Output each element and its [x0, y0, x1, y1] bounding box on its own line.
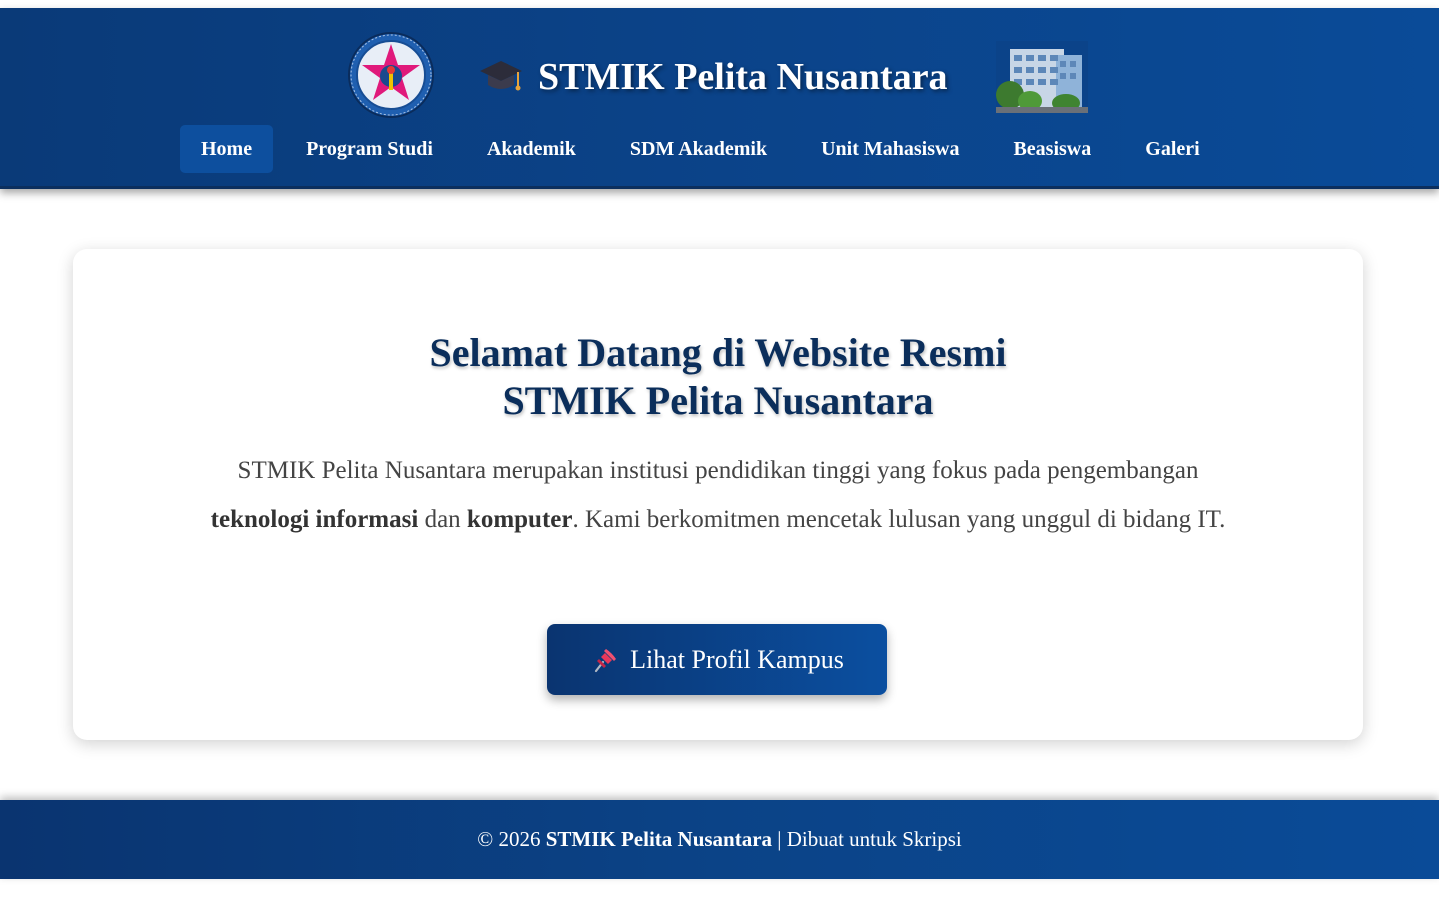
nav-home[interactable]: Home — [180, 125, 274, 173]
footer-copyright: © 2026 — [477, 827, 541, 851]
welcome-card: Selamat Datang di Website Resmi STMIK Pe… — [73, 249, 1363, 740]
brand: STMIK Pelita Nusantara — [478, 52, 948, 102]
footer-site-name: STMIK Pelita Nusantara — [545, 827, 773, 851]
view-campus-profile-button[interactable]: Lihat Profil Kampus — [547, 624, 887, 695]
cta-label: Lihat Profil Kampus — [630, 644, 844, 674]
nav-galeri[interactable]: Galeri — [1124, 125, 1220, 173]
nav-sdm-akademik[interactable]: SDM Akademik — [609, 125, 788, 173]
nav-akademik[interactable]: Akademik — [466, 125, 597, 173]
welcome-description: STMIK Pelita Nusantara merupakan institu… — [193, 447, 1243, 544]
main-nav: Home Program Studi Akademik SDM Akademik… — [180, 125, 1233, 173]
nav-program-studi[interactable]: Program Studi — [285, 125, 454, 173]
welcome-title: Selamat Datang di Website Resmi STMIK Pe… — [73, 329, 1363, 425]
description-text-3: . Kami berkomitmen mencetak lulusan yang… — [572, 505, 1226, 533]
site-footer: © 2026 STMIK Pelita Nusantara | Dibuat u… — [0, 800, 1439, 879]
nav-beasiswa[interactable]: Beasiswa — [992, 125, 1112, 173]
site-title: STMIK Pelita Nusantara — [538, 56, 948, 98]
welcome-title-line2: STMIK Pelita Nusantara — [502, 378, 934, 423]
welcome-title-line1: Selamat Datang di Website Resmi — [429, 330, 1007, 375]
campus-logo — [348, 32, 434, 118]
description-bold-2: komputer — [466, 505, 573, 533]
site-header: STMIK Pelita Nusantara Home Program Stud… — [0, 8, 1439, 189]
footer-suffix: | Dibuat untuk Skripsi — [777, 827, 962, 851]
nav-unit-mahasiswa[interactable]: Unit Mahasiswa — [800, 125, 980, 173]
description-text-2: dan — [418, 505, 467, 533]
description-text-1: STMIK Pelita Nusantara merupakan institu… — [237, 457, 1199, 484]
pushpin-icon — [595, 648, 617, 672]
description-bold-1: teknologi informasi — [210, 505, 419, 533]
graduation-cap-icon — [480, 61, 522, 91]
campus-building-image — [996, 41, 1088, 113]
